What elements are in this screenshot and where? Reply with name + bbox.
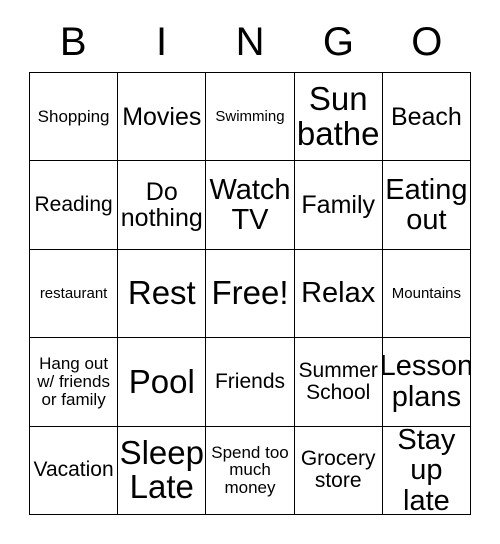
bingo-cell-g5[interactable]: Grocery store: [294, 426, 383, 515]
bingo-cell-o2[interactable]: Eating out: [382, 161, 471, 250]
bingo-cell-b3[interactable]: restaurant: [30, 249, 119, 339]
bingo-cell-o1[interactable]: Beach: [382, 73, 471, 162]
bingo-cell-g3[interactable]: Relax: [294, 249, 383, 339]
bingo-cell-b4[interactable]: Hang out w/ friends or family: [30, 338, 119, 427]
bingo-cell-o4[interactable]: Lesson plans: [382, 338, 471, 427]
bingo-cell-i2[interactable]: Do nothing: [118, 161, 207, 250]
bingo-cell-g4[interactable]: Summer School: [294, 338, 383, 427]
bingo-cell-n5[interactable]: Spend too much money: [206, 426, 295, 515]
bingo-cell-n2[interactable]: Watch TV: [206, 161, 295, 250]
bingo-header-letter-n: N: [235, 20, 265, 64]
bingo-cell-n4[interactable]: Friends: [206, 338, 295, 427]
bingo-cell-b2[interactable]: Reading: [30, 161, 119, 250]
bingo-cell-g2[interactable]: Family: [294, 161, 383, 250]
bingo-header-letter-g: G: [322, 20, 354, 64]
bingo-card: B I N G O Shopping Movies Swimming Sun b…: [0, 0, 500, 544]
bingo-cell-b1[interactable]: Shopping: [30, 73, 119, 162]
bingo-cell-i4[interactable]: Pool: [118, 338, 207, 427]
bingo-header-letter-o: O: [411, 20, 443, 64]
bingo-cell-free-space[interactable]: Free!: [206, 249, 295, 339]
bingo-cell-o5[interactable]: Stay up late: [382, 426, 471, 515]
bingo-cell-n1[interactable]: Swimming: [206, 73, 295, 162]
bingo-cell-b5[interactable]: Vacation: [30, 426, 119, 515]
bingo-grid: Shopping Movies Swimming Sun bathe Beach…: [29, 72, 471, 515]
bingo-header-letter-i: I: [156, 20, 168, 64]
bingo-cell-g1[interactable]: Sun bathe: [294, 73, 383, 162]
bingo-cell-i1[interactable]: Movies: [118, 73, 207, 162]
bingo-cell-o3[interactable]: Mountains: [382, 249, 471, 339]
bingo-cell-i5[interactable]: Sleep Late: [118, 426, 207, 515]
bingo-header-row: B I N G O: [29, 14, 471, 70]
bingo-header-letter-b: B: [59, 20, 87, 64]
bingo-cell-i3[interactable]: Rest: [118, 249, 207, 339]
